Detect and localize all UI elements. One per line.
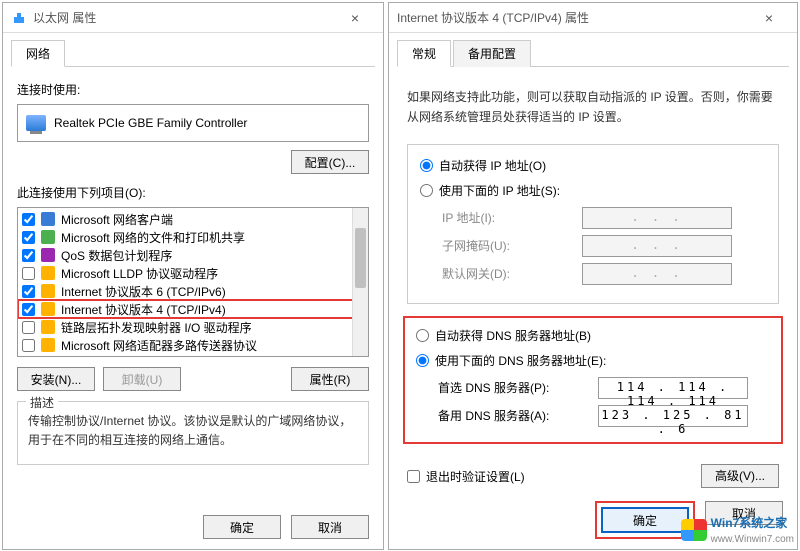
protocol-label: Microsoft 网络适配器多路传送器协议 (61, 337, 257, 354)
protocol-label: Microsoft 网络客户端 (61, 211, 173, 228)
protocol-checkbox[interactable] (22, 339, 35, 352)
cancel-button[interactable]: 取消 (291, 515, 369, 539)
protocol-icon (41, 266, 55, 280)
intro-text: 如果网络支持此功能，则可以获取自动指派的 IP 设置。否则，你需要从网络系统管理… (407, 87, 779, 128)
protocol-checkbox[interactable] (22, 267, 35, 280)
protocol-icon (41, 212, 55, 226)
watermark-brand: Win7系统之家 (711, 516, 788, 530)
dns-highlight: 自动获得 DNS 服务器地址(B) 使用下面的 DNS 服务器地址(E): 首选… (403, 316, 783, 444)
close-icon[interactable]: × (749, 10, 789, 26)
list-item[interactable]: QoS 数据包计划程序 (18, 246, 368, 264)
protocol-icon (41, 320, 55, 334)
titlebar-right: Internet 协议版本 4 (TCP/IPv4) 属性 × (389, 3, 797, 33)
uninstall-button: 卸载(U) (103, 367, 181, 391)
ip-address-input: . . . (582, 207, 732, 229)
close-icon[interactable]: × (335, 10, 375, 26)
validate-checkbox-row: 退出时验证设置(L) (407, 468, 525, 485)
validate-checkbox[interactable] (407, 470, 420, 483)
adapter-name: Realtek PCIe GBE Family Controller (54, 116, 247, 130)
protocol-icon (41, 230, 55, 244)
preferred-dns-input[interactable]: 114 . 114 . 114 . 114 (598, 377, 748, 399)
list-item[interactable]: Microsoft LLDP 协议驱动程序 (18, 264, 368, 282)
protocol-label: 链路层拓扑发现映射器 I/O 驱动程序 (61, 319, 252, 336)
gateway-label: 默认网关(D): (442, 265, 582, 282)
tab-altconfig[interactable]: 备用配置 (453, 40, 531, 67)
description-legend: 描述 (26, 394, 58, 413)
ip-auto-label: 自动获得 IP 地址(O) (439, 157, 546, 174)
protocol-checkbox[interactable] (22, 303, 35, 316)
list-item[interactable]: 链路层拓扑发现映射器 I/O 驱动程序 (18, 318, 368, 336)
panel-left: 连接时使用: Realtek PCIe GBE Family Controlle… (3, 67, 383, 475)
scrollbar[interactable] (352, 208, 368, 356)
watermark-url: www.Winwin7.com (711, 534, 794, 545)
protocol-label: Internet 协议版本 4 (TCP/IPv4) (61, 301, 226, 318)
alternate-dns-label: 备用 DNS 服务器(A): (438, 407, 598, 424)
ok-button[interactable]: 确定 (601, 507, 689, 533)
ip-group: 自动获得 IP 地址(O) 使用下面的 IP 地址(S): IP 地址(I): … (407, 144, 779, 304)
protocol-checkbox[interactable] (22, 231, 35, 244)
ipv4-properties-window: Internet 协议版本 4 (TCP/IPv4) 属性 × 常规 备用配置 … (388, 2, 798, 550)
description-text: 传输控制协议/Internet 协议。该协议是默认的广域网络协议，用于在不同的相… (28, 414, 351, 447)
subnet-mask-label: 子网掩码(U): (442, 237, 582, 254)
dns-manual-radio[interactable] (416, 354, 429, 367)
list-item[interactable]: Internet 协议版本 4 (TCP/IPv4) (18, 300, 368, 318)
protocol-checkbox[interactable] (22, 321, 35, 334)
subnet-mask-input: . . . (582, 235, 732, 257)
tab-network[interactable]: 网络 (11, 40, 65, 67)
protocol-checkbox[interactable] (22, 249, 35, 262)
nic-icon (26, 115, 46, 131)
ip-address-label: IP 地址(I): (442, 209, 582, 226)
ethernet-icon (11, 10, 27, 26)
list-item[interactable]: Microsoft 网络客户端 (18, 210, 368, 228)
tabs-left: 网络 (11, 39, 375, 67)
dns-auto-radio[interactable] (416, 329, 429, 342)
adapter-box: Realtek PCIe GBE Family Controller (17, 104, 369, 142)
ip-manual-label: 使用下面的 IP 地址(S): (439, 182, 560, 199)
protocol-icon (41, 302, 55, 316)
list-item[interactable]: Microsoft 网络适配器多路传送器协议 (18, 336, 368, 354)
connect-using-label: 连接时使用: (17, 81, 369, 98)
protocol-label: QoS 数据包计划程序 (61, 247, 172, 264)
properties-button[interactable]: 属性(R) (291, 367, 369, 391)
panel-right: 如果网络支持此功能，则可以获取自动指派的 IP 设置。否则，你需要从网络系统管理… (389, 67, 797, 498)
dns-auto-label: 自动获得 DNS 服务器地址(B) (435, 327, 591, 344)
protocol-checkbox[interactable] (22, 213, 35, 226)
tab-general[interactable]: 常规 (397, 40, 451, 67)
description-box: 描述 传输控制协议/Internet 协议。该协议是默认的广域网络协议，用于在不… (17, 401, 369, 465)
configure-button[interactable]: 配置(C)... (291, 150, 369, 174)
preferred-dns-label: 首选 DNS 服务器(P): (438, 379, 598, 396)
list-item[interactable]: Internet 协议版本 6 (TCP/IPv6) (18, 282, 368, 300)
window-title: 以太网 属性 (33, 9, 96, 26)
windows-logo-icon (681, 519, 707, 541)
protocol-listbox[interactable]: Microsoft 网络客户端Microsoft 网络的文件和打印机共享QoS … (17, 207, 369, 357)
protocol-icon (41, 338, 55, 352)
ethernet-properties-window: 以太网 属性 × 网络 连接时使用: Realtek PCIe GBE Fami… (2, 2, 384, 550)
ok-button[interactable]: 确定 (203, 515, 281, 539)
items-label: 此连接使用下列项目(O): (17, 184, 369, 201)
protocol-checkbox[interactable] (22, 285, 35, 298)
gateway-input: . . . (582, 263, 732, 285)
tabs-right: 常规 备用配置 (397, 39, 789, 67)
protocol-icon (41, 284, 55, 298)
titlebar-left: 以太网 属性 × (3, 3, 383, 33)
window-title: Internet 协议版本 4 (TCP/IPv4) 属性 (397, 9, 589, 26)
ip-manual-radio[interactable] (420, 184, 433, 197)
dns-manual-label: 使用下面的 DNS 服务器地址(E): (435, 352, 606, 369)
dns-group: 自动获得 DNS 服务器地址(B) 使用下面的 DNS 服务器地址(E): 首选… (406, 319, 780, 441)
protocol-label: Internet 协议版本 6 (TCP/IPv6) (61, 283, 226, 300)
advanced-button[interactable]: 高级(V)... (701, 464, 779, 488)
protocol-label: Microsoft 网络的文件和打印机共享 (61, 229, 245, 246)
alternate-dns-input[interactable]: 123 . 125 . 81 . 6 (598, 405, 748, 427)
list-item[interactable]: Microsoft 网络的文件和打印机共享 (18, 228, 368, 246)
watermark: Win7系统之家 www.Winwin7.com (681, 514, 794, 545)
ip-auto-radio[interactable] (420, 159, 433, 172)
protocol-label: Microsoft LLDP 协议驱动程序 (61, 265, 218, 282)
validate-label: 退出时验证设置(L) (426, 468, 525, 485)
install-button[interactable]: 安装(N)... (17, 367, 95, 391)
protocol-icon (41, 248, 55, 262)
scroll-thumb[interactable] (355, 228, 366, 288)
